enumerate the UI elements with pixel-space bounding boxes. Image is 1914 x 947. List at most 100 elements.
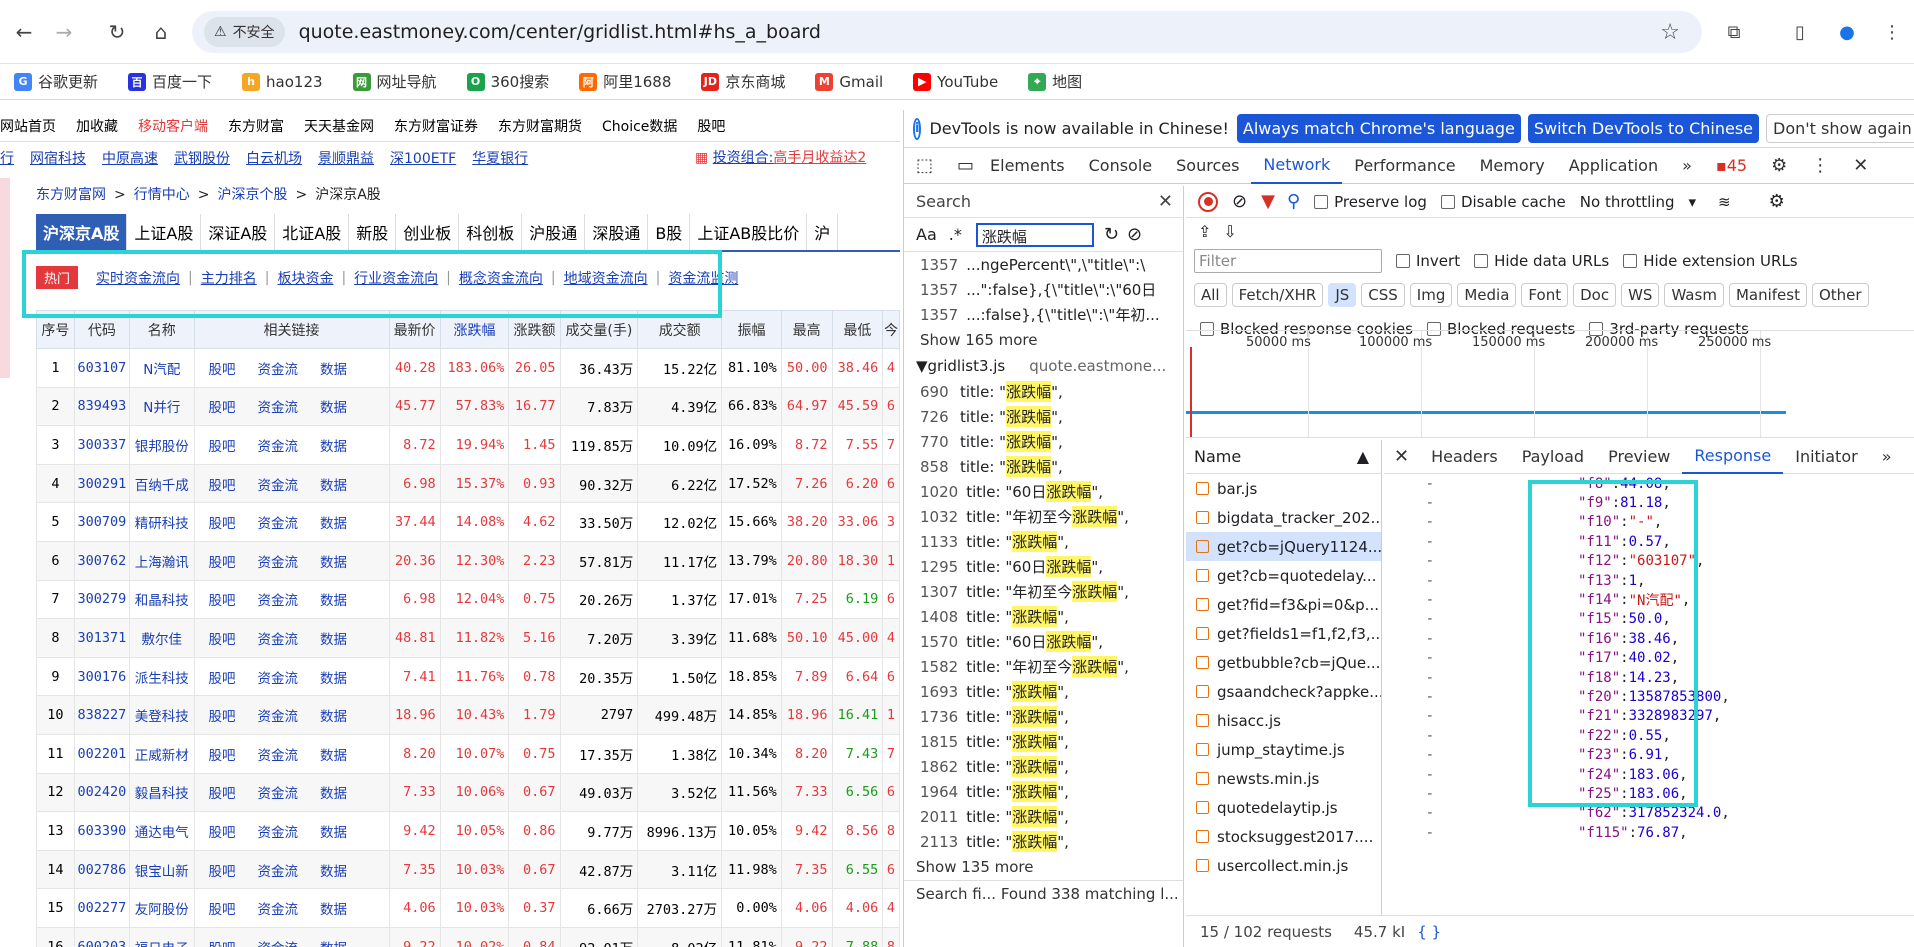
filter-icon[interactable]: ▼ [1261,191,1275,212]
related-link[interactable]: 股吧 [209,825,236,841]
filter-chip[interactable]: Wasm [1664,283,1724,307]
related-link[interactable]: 资金流 [258,941,299,947]
related-link[interactable]: 股吧 [209,593,236,609]
stock-code[interactable]: 300762 [73,540,131,581]
address-bar[interactable]: ⚠ 不安全 quote.eastmoney.com/center/gridlis… [192,11,1702,53]
request-row[interactable]: get?cb=quotedelay... [1186,561,1381,590]
board-tab[interactable]: 深证A股 [201,214,276,250]
related-link[interactable]: 股吧 [209,786,236,802]
search-result-line[interactable]: 1862 title: " 涨跌幅 ", [904,754,1183,779]
related-link[interactable]: 股吧 [209,632,236,648]
network-timeline[interactable]: 50000 ms 100000 ms 150000 ms 200000 ms 25000… [1186,330,1914,438]
bookmark-item[interactable]: M Gmail [815,72,883,91]
devtools-tab[interactable]: Console [1077,148,1165,184]
search-result-line[interactable]: 2011 title: " 涨跌幅 ", [904,804,1183,829]
stock-name[interactable]: 福日电子 [129,926,195,947]
request-row[interactable]: get?cb=jQuery1124... [1186,532,1381,561]
search-result-line[interactable]: 1815 title: " 涨跌幅 ", [904,729,1183,754]
search-result-line[interactable]: 1357 ...ngePercent\",\"title\":\ [904,252,1183,277]
disable-cache-checkbox[interactable] [1440,194,1455,209]
stock-code[interactable]: 300176 [73,656,131,697]
top-nav-item[interactable]: Choice数据 [602,116,677,136]
format-json-icon[interactable]: { } [1417,923,1441,941]
result-file-header[interactable]: ▼gridlist3.js quote.eastmone... [904,353,1183,379]
forward-icon[interactable]: → [50,18,78,46]
filter-chip[interactable]: Doc [1573,283,1617,307]
devtools-tab[interactable]: Elements [978,148,1077,184]
detail-tab[interactable]: Response [1682,440,1784,474]
devtools-tab[interactable]: Memory [1468,148,1557,184]
close-devtools-icon[interactable]: ✕ [1841,148,1880,184]
side-panel-icon[interactable]: ▯ [1786,18,1814,46]
related-link[interactable]: 股吧 [209,902,236,918]
subnav-link[interactable]: 资金流监测 [668,268,738,288]
search-result-line[interactable]: 1693 title: " 涨跌幅 ", [904,679,1183,704]
show-more-2[interactable]: Show 135 more [904,854,1183,880]
request-row[interactable]: get?fid=f3&pi=0&p... [1186,590,1381,619]
board-tab[interactable]: 深股通 [585,214,649,250]
stock-code[interactable]: 839493 [73,386,131,427]
top-nav-item[interactable]: 天天基金网 [304,116,374,136]
devtools-tab[interactable]: Performance [1342,148,1467,184]
search-result-line[interactable]: 858 title: " 涨跌幅 ", [904,454,1183,479]
stock-code[interactable]: 301371 [73,618,131,658]
more-options-icon[interactable]: ⋮ [1799,148,1841,184]
filter-chip[interactable]: Manifest [1728,283,1807,307]
stock-name[interactable]: N汽配 [129,348,195,388]
related-link[interactable]: 资金流 [258,671,299,687]
devtools-tab[interactable]: Network [1251,148,1343,184]
device-toolbar-icon[interactable]: ▭ [945,148,978,184]
related-link[interactable]: 股吧 [209,941,236,947]
search-result-line[interactable]: 690 title: " 涨跌幅 ", [904,379,1183,404]
request-row[interactable]: usercollect.min.js [1186,851,1381,880]
board-tab[interactable]: 沪股通 [522,214,586,250]
stock-name[interactable]: 银邦股份 [129,425,195,465]
bookmark-item[interactable]: ⌖ 地图 [1028,71,1082,92]
top-nav-item[interactable]: 移动客户端 [138,116,208,136]
stock-name[interactable]: 派生科技 [129,656,195,697]
stock-name[interactable]: 正威新材 [129,733,195,774]
col-header[interactable]: 成交额 [637,310,723,349]
stock-code[interactable]: 002786 [73,849,131,890]
related-link[interactable]: 资金流 [258,516,299,532]
match-case-toggle[interactable]: Aa [916,225,937,244]
export-har-icon[interactable]: ⇩ [1223,222,1236,241]
search-result-line[interactable]: 1570 title: "60日 涨跌幅 ", [904,629,1183,654]
col-header[interactable]: 最新价 [388,310,441,349]
extensions-icon[interactable]: ⧉ [1720,18,1748,46]
related-link[interactable]: 数据 [320,593,347,609]
clear-icon[interactable]: ⊘ [1232,191,1247,212]
clear-search-icon[interactable]: ⊘ [1127,224,1142,245]
reload-icon[interactable]: ↻ [103,18,131,46]
detail-tab[interactable]: Headers [1419,440,1510,474]
bookmark-item[interactable]: 阿阿里1688 [579,71,671,92]
stock-code[interactable]: 600203 [73,926,131,947]
devtools-tab[interactable]: Sources [1164,148,1251,184]
related-link[interactable]: 资金流 [258,786,299,802]
filter-chip[interactable]: Img [1409,283,1453,307]
subnav-link[interactable]: 地域资金流向 [564,268,648,288]
throttling-select[interactable]: No throttling [1580,193,1675,211]
settings-icon[interactable]: ⚙ [1759,148,1799,184]
switch-chinese-button[interactable]: Switch DevTools to Chinese [1527,114,1760,143]
top-nav-item[interactable]: 东方财富 [228,116,284,136]
stock-name[interactable]: 敷尔佳 [129,618,195,658]
stock-link[interactable]: 深100ETF [390,148,456,168]
board-tab[interactable]: 创业板 [396,214,460,250]
record-icon[interactable] [1198,191,1218,212]
subnav-link[interactable]: 板块资金 [277,268,333,288]
request-row[interactable]: jump_staytime.js [1186,735,1381,764]
preserve-log-checkbox[interactable] [1314,194,1329,209]
search-result-line[interactable]: 1357 ...":false},{\"title\":\"60日 [904,277,1183,302]
detail-tab[interactable]: Initiator [1783,440,1869,474]
related-link[interactable]: 资金流 [258,632,299,648]
search-result-line[interactable]: 1295 title: "60日 涨跌幅 ", [904,554,1183,579]
filter-input[interactable]: Filter [1194,249,1382,273]
request-row[interactable]: quotedelaytip.js [1186,793,1381,822]
detail-tab[interactable]: Payload [1510,440,1596,474]
show-more-1[interactable]: Show 165 more [904,327,1183,353]
filter-chip[interactable]: All [1194,283,1227,307]
promo-label[interactable]: 投资组合: [713,150,774,166]
board-tab[interactable]: 新股 [349,214,397,250]
stock-code[interactable]: 300291 [73,463,131,504]
